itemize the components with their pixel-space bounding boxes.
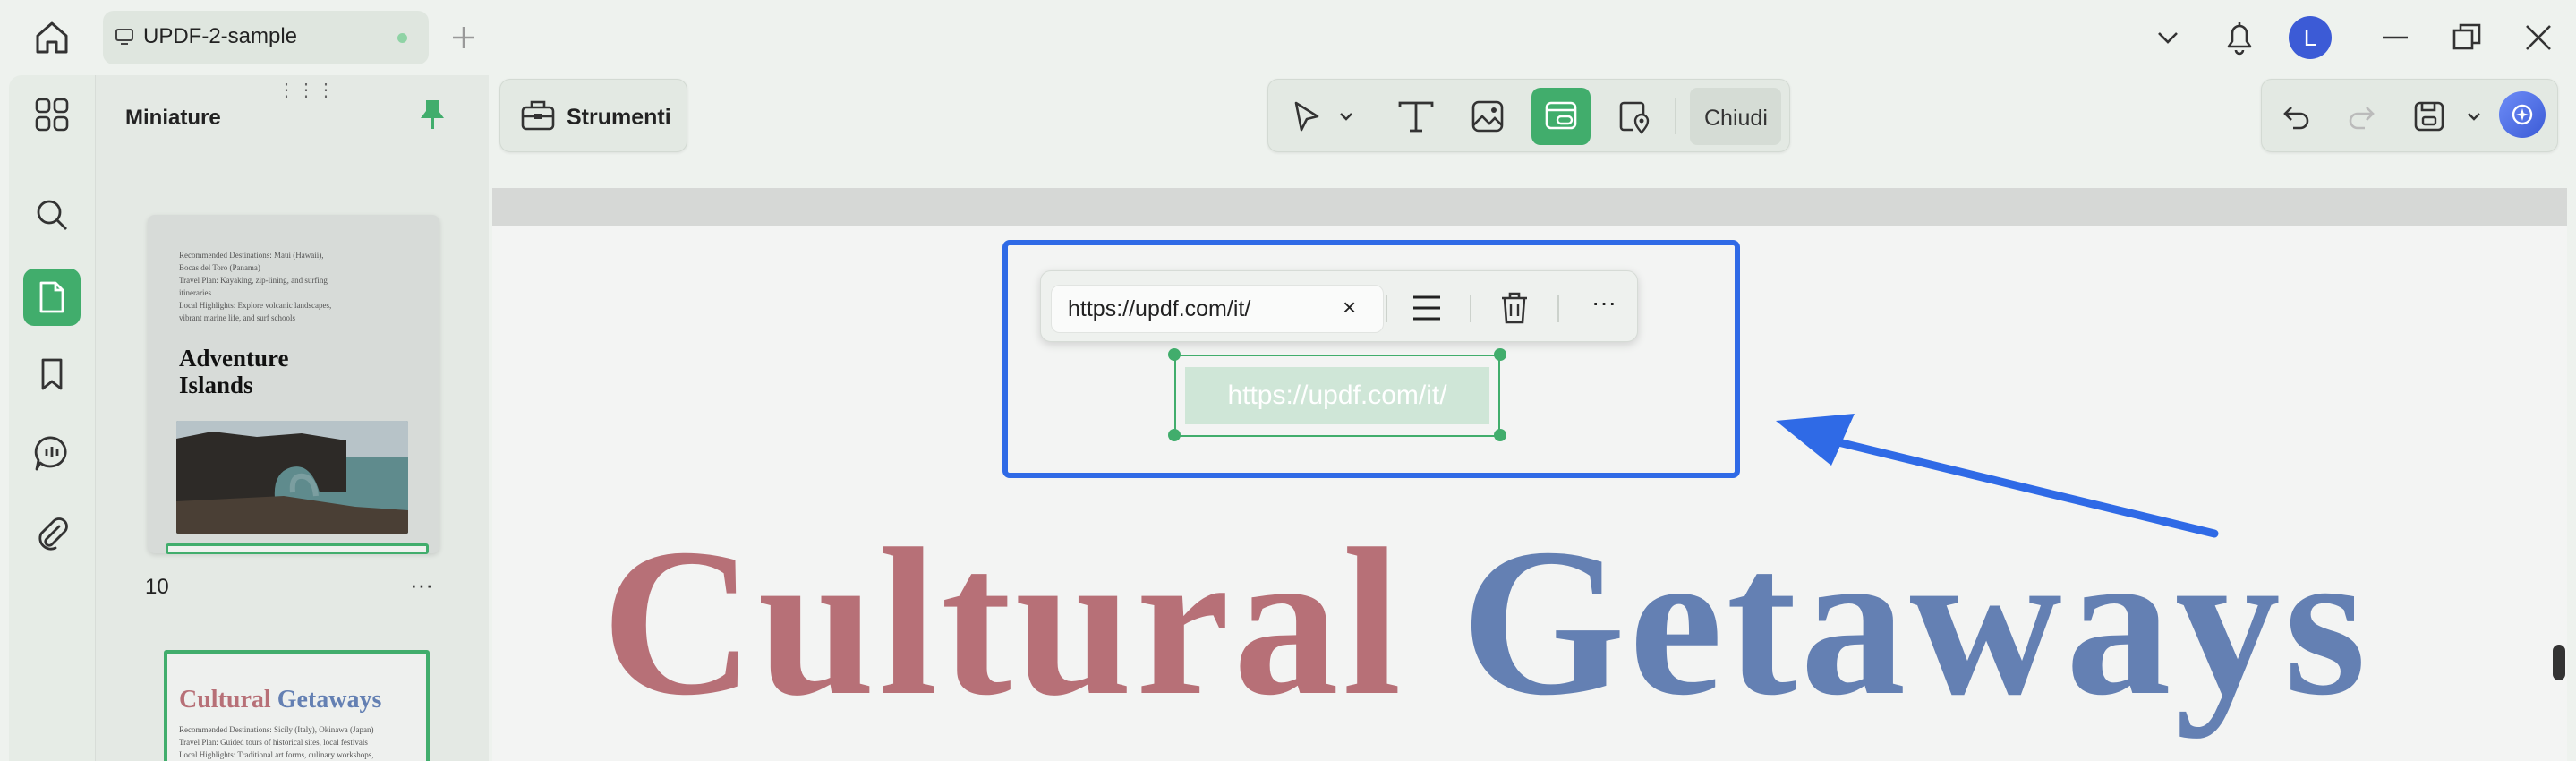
thumbnails-title: Miniature [125, 106, 221, 130]
ai-assistant-icon [2510, 102, 2535, 127]
resize-handle-top-right[interactable] [1494, 348, 1506, 361]
thumbnail-10-title: Adventure Islands [179, 345, 289, 398]
link-annotation-text: https://updf.com/it/ [1227, 380, 1447, 410]
delete-link-icon[interactable] [1498, 290, 1531, 326]
page-number-label: 10 [145, 575, 169, 599]
link-style-icon[interactable] [1411, 292, 1443, 324]
clear-url-button[interactable]: × [1343, 294, 1356, 321]
thumbnail-11-text: Recommended Destinations: Sicily (Italy)… [179, 725, 374, 759]
pin-icon[interactable] [417, 97, 448, 133]
add-image-icon[interactable] [1470, 98, 1506, 134]
search-icon[interactable] [34, 197, 70, 233]
close-edit-label: Chiudi [1704, 106, 1768, 131]
left-sidebar-rail [9, 75, 95, 761]
home-icon[interactable] [32, 18, 72, 57]
close-window-icon[interactable] [2522, 21, 2555, 54]
resize-handle-top-left[interactable] [1168, 348, 1181, 361]
cursor-dropdown-icon[interactable] [1337, 107, 1355, 125]
thumbnail-10-text: Recommended Destinations: Maui (Hawaii),… [179, 251, 332, 322]
notification-bell-icon[interactable] [2222, 18, 2257, 57]
save-icon[interactable] [2411, 98, 2447, 134]
redo-icon[interactable] [2345, 100, 2377, 133]
tools-label: Strumenti [567, 105, 671, 130]
link-more-options-button[interactable]: ··· [1591, 288, 1616, 317]
page-gap [492, 188, 2567, 226]
add-text-icon[interactable] [1396, 98, 1436, 134]
toolbar-divider [1675, 98, 1676, 134]
resize-handle-bottom-right[interactable] [1494, 429, 1506, 441]
document-tab-icon [115, 27, 134, 47]
user-avatar[interactable]: L [2289, 16, 2332, 59]
document-tab-title: UPDF-2-sample [143, 24, 298, 48]
minimize-icon[interactable] [2379, 21, 2411, 54]
vertical-scrollbar[interactable] [2553, 645, 2565, 680]
thumbnail-10-photo [176, 421, 408, 534]
page-headline: Cultural Getaways [601, 506, 2370, 740]
current-page-indicator [166, 543, 429, 554]
toolbox-icon [519, 97, 557, 133]
link-url-input[interactable] [1051, 285, 1384, 333]
popup-divider [1386, 295, 1387, 322]
panel-resize-grip[interactable]: ⋮⋮⋮ [277, 79, 337, 101]
comments-icon[interactable] [32, 433, 72, 473]
popup-divider [1557, 295, 1559, 322]
attachment-icon[interactable] [34, 514, 70, 553]
select-cursor-icon[interactable] [1289, 98, 1325, 134]
page-more-button[interactable]: ··· [410, 571, 433, 599]
save-dropdown-icon[interactable] [2465, 107, 2483, 125]
apps-grid-icon[interactable] [34, 97, 70, 133]
location-link-icon[interactable] [1616, 98, 1652, 134]
bookmark-icon[interactable] [36, 356, 68, 392]
thumbnail-11-title: Cultural Getaways [179, 686, 382, 714]
new-tab-icon[interactable] [449, 23, 478, 52]
resize-handle-bottom-left[interactable] [1168, 429, 1181, 441]
tab-status-dot [397, 33, 407, 43]
page-thumbnails-icon[interactable] [36, 279, 68, 315]
popup-divider [1470, 295, 1471, 322]
link-icon [1543, 98, 1579, 134]
chevron-down-icon[interactable] [2154, 23, 2182, 52]
restore-window-icon[interactable] [2451, 21, 2483, 54]
undo-icon[interactable] [2281, 100, 2313, 133]
